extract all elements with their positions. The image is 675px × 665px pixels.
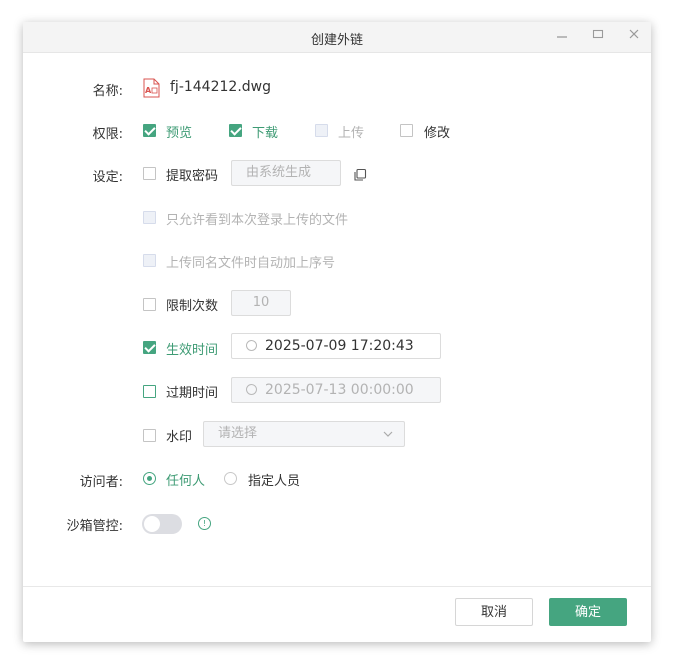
minimize-icon (557, 36, 567, 38)
sandbox-label: 沙箱管控: (66, 519, 123, 534)
dialog-footer: 取消 确定 (23, 586, 651, 643)
preview-checkbox[interactable] (143, 124, 156, 137)
expire-time-checkbox[interactable] (143, 385, 156, 398)
upload-checkbox (315, 124, 328, 137)
password-checkbox[interactable] (143, 167, 156, 180)
modify-checkbox[interactable] (400, 124, 413, 137)
expire-time-label: 过期时间 (166, 386, 219, 401)
toggle-knob (144, 516, 160, 532)
sandbox-toggle[interactable] (142, 514, 182, 534)
title-bar: 创建外链 (23, 22, 651, 53)
maximize-button[interactable] (590, 28, 606, 44)
file-name: fj-144212.dwg (170, 79, 271, 95)
effective-time-label: 生效时间 (166, 343, 219, 358)
info-icon[interactable]: ! (198, 517, 211, 530)
chevron-down-icon (382, 425, 394, 449)
clock-icon (246, 340, 257, 351)
watermark-label: 水印 (166, 430, 193, 445)
limit-count-input[interactable]: 10 (231, 290, 291, 316)
minimize-button[interactable] (554, 28, 570, 44)
own-uploads-checkbox (143, 211, 156, 224)
close-icon (629, 29, 639, 39)
upload-label: 上传 (338, 126, 365, 141)
expire-time-input[interactable]: 2025-07-13 00:00:00 (231, 377, 441, 403)
svg-text:A: A (145, 86, 152, 95)
watermark-checkbox[interactable] (143, 429, 156, 442)
maximize-icon (592, 29, 604, 39)
ok-button[interactable]: 确定 (549, 598, 627, 626)
settings-label: 设定: (92, 170, 123, 185)
visitor-label: 访问者: (79, 475, 123, 490)
download-label: 下载 (252, 126, 279, 141)
watermark-select[interactable]: 请选择 (203, 421, 405, 447)
visitor-anyone-label: 任何人 (166, 474, 206, 489)
create-link-dialog: 创建外链 名称: A fj-144212.dwg 权限: 预览 下载 上传 修改… (23, 22, 651, 642)
effective-time-checkbox[interactable] (143, 341, 156, 354)
auto-sequence-checkbox (143, 254, 156, 267)
effective-time-value: 2025-07-09 17:20:43 (265, 338, 414, 354)
visitor-anyone-radio[interactable] (143, 472, 156, 485)
preview-label: 预览 (166, 126, 193, 141)
effective-time-input[interactable]: 2025-07-09 17:20:43 (231, 333, 441, 359)
close-button[interactable] (626, 28, 642, 44)
cancel-button[interactable]: 取消 (455, 598, 533, 626)
auto-sequence-label: 上传同名文件时自动加上序号 (166, 256, 336, 271)
visitor-specified-radio[interactable] (224, 472, 237, 485)
download-checkbox[interactable] (229, 124, 242, 137)
watermark-placeholder: 请选择 (218, 426, 258, 441)
expire-time-value: 2025-07-13 00:00:00 (265, 382, 414, 398)
permission-label: 权限: (92, 127, 123, 142)
copy-icon[interactable] (353, 167, 367, 186)
password-label: 提取密码 (166, 169, 219, 184)
dwg-file-icon: A (143, 78, 160, 102)
name-label: 名称: (92, 84, 123, 99)
limit-count-label: 限制次数 (166, 299, 219, 314)
own-uploads-label: 只允许看到本次登录上传的文件 (166, 213, 349, 228)
modify-label: 修改 (424, 126, 451, 141)
limit-count-checkbox[interactable] (143, 298, 156, 311)
visitor-specified-label: 指定人员 (248, 474, 301, 489)
clock-icon (246, 384, 257, 395)
password-input[interactable]: 由系统生成 (231, 160, 341, 186)
